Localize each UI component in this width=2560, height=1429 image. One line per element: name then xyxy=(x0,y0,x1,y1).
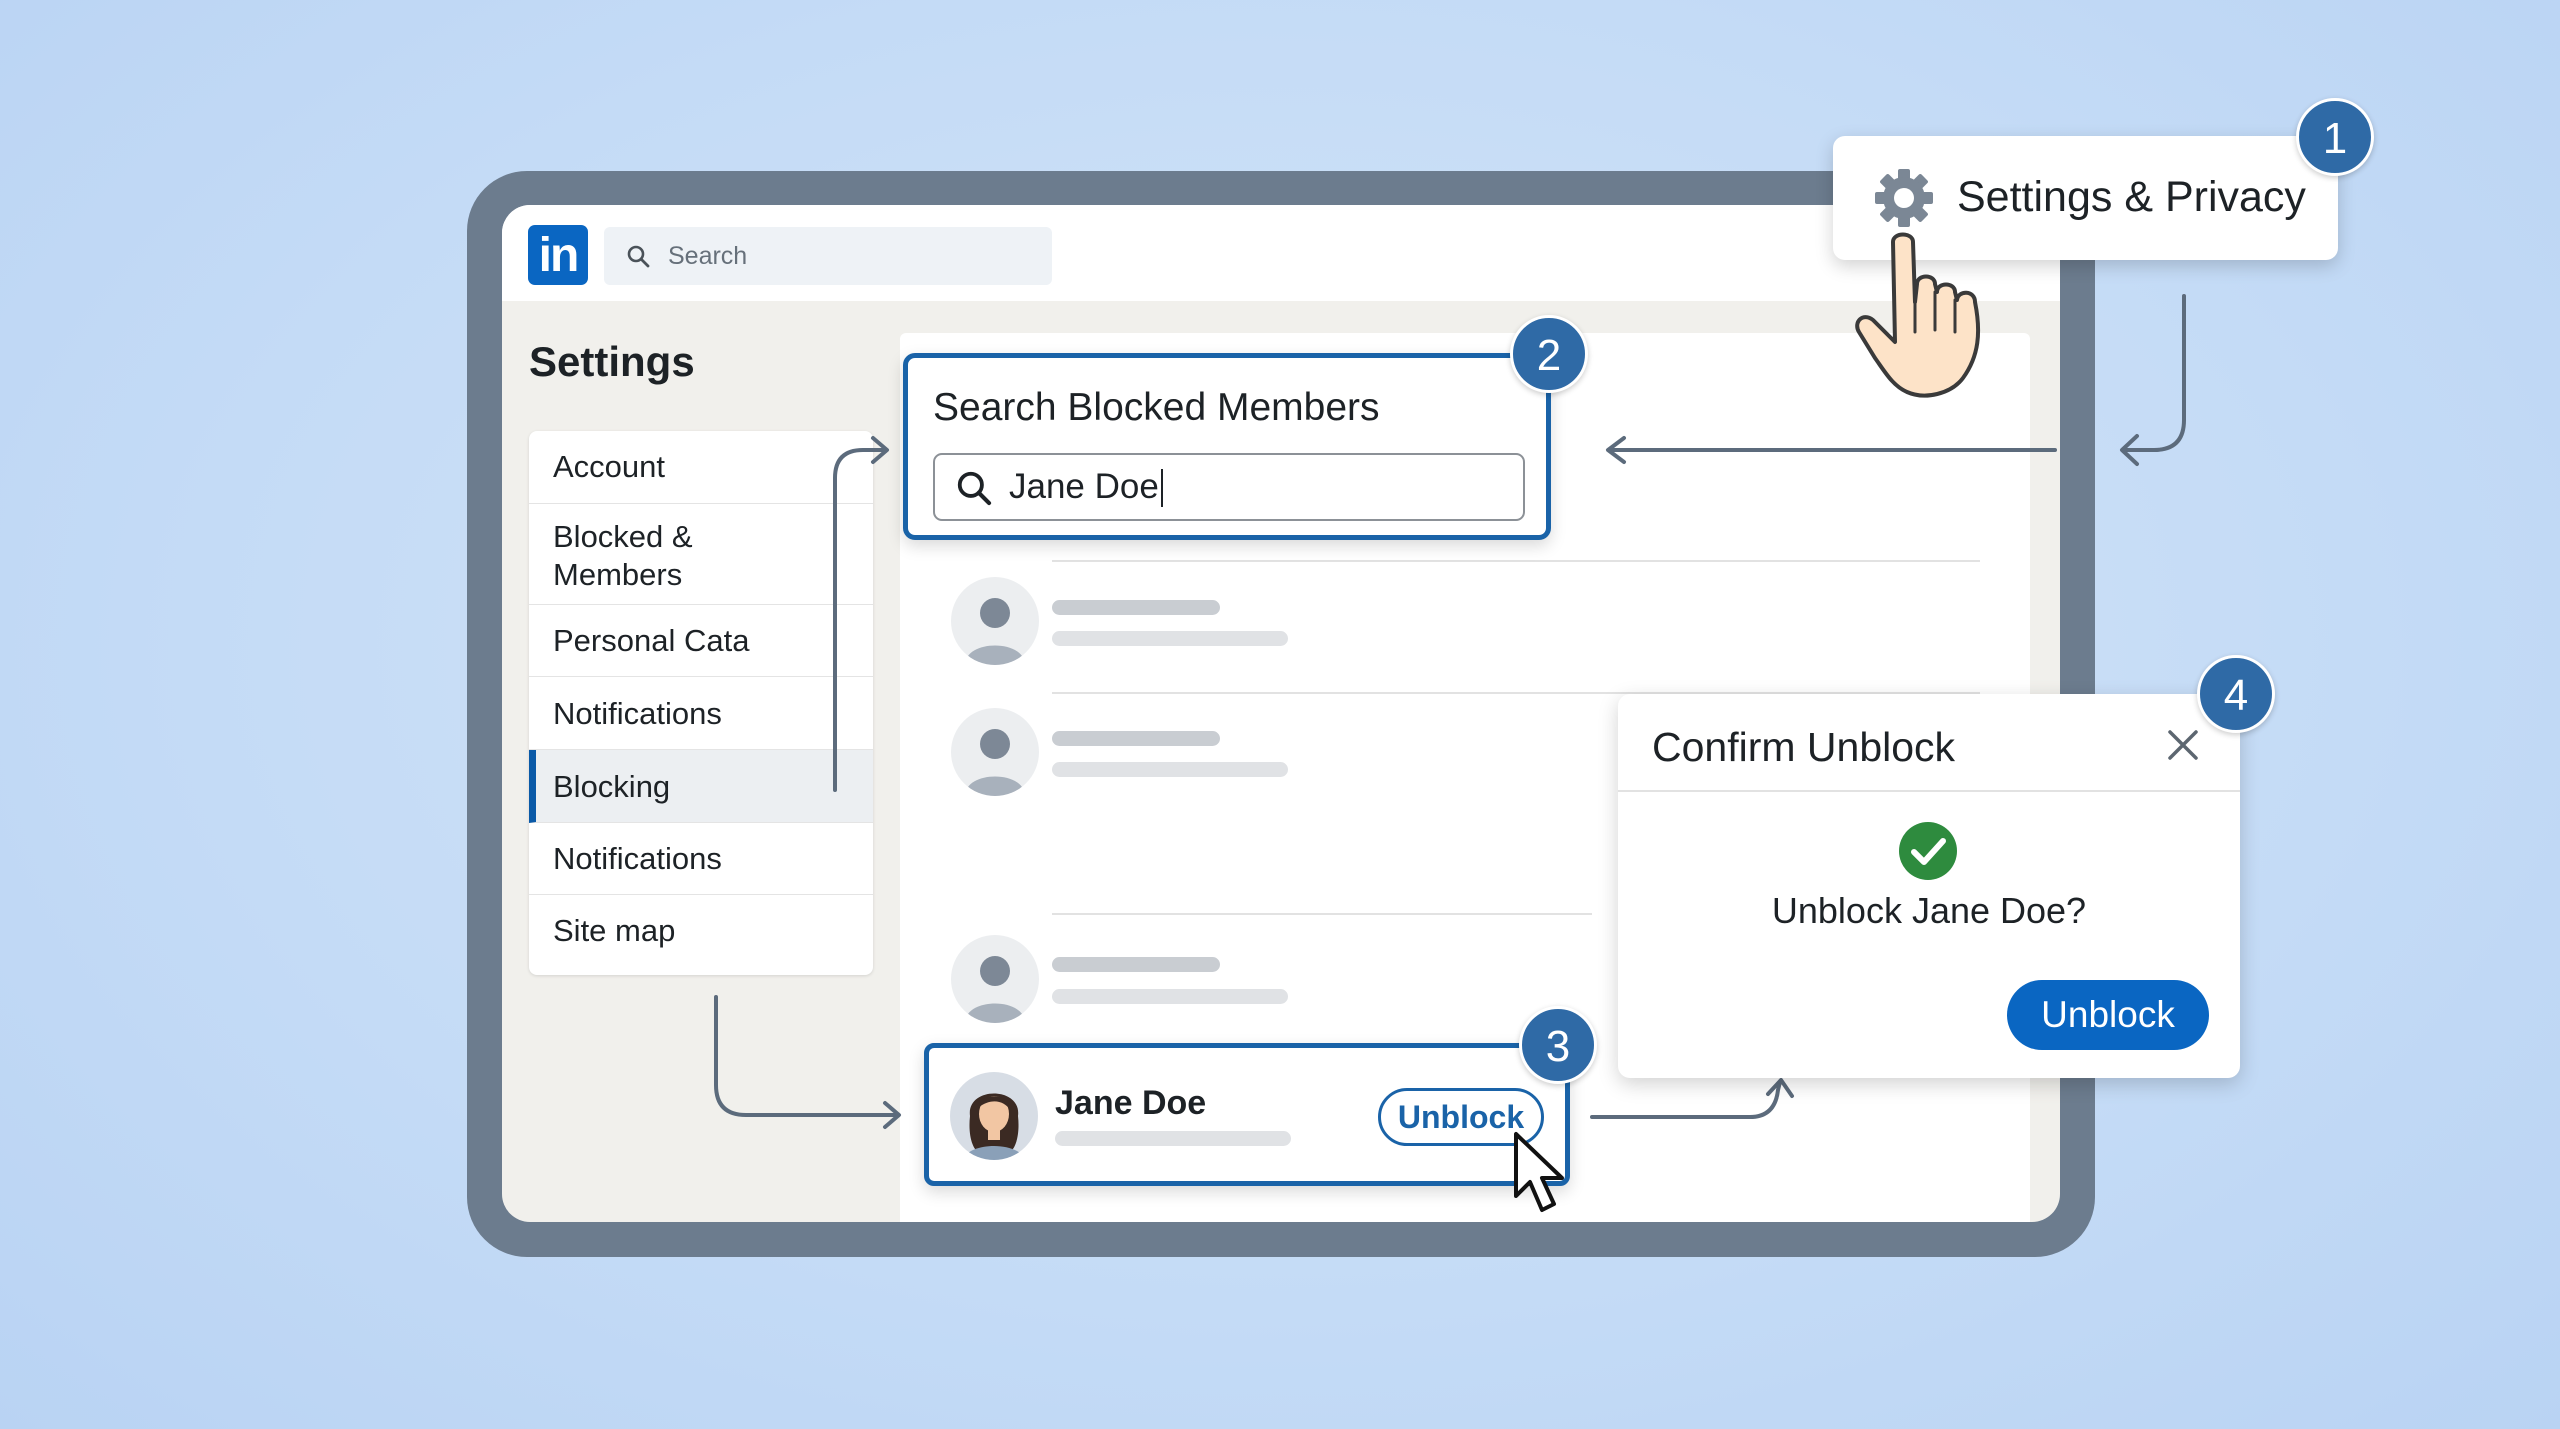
sidebar-item-label: Personal Cata xyxy=(553,623,750,658)
sidebar-item-blocking[interactable]: Blocking xyxy=(529,750,873,823)
settings-nav: Account Blocked & Members Personal Cata N… xyxy=(529,431,873,975)
dialog-message: Unblock Jane Doe? xyxy=(1771,890,2087,931)
search-placeholder: Search xyxy=(668,242,748,270)
text-caret xyxy=(1161,469,1163,507)
skeleton-line xyxy=(1052,762,1288,777)
step-badge-2: 2 xyxy=(1510,315,1588,393)
close-icon[interactable] xyxy=(2166,728,2200,762)
blocked-search-value: Jane Doe xyxy=(1009,467,1159,506)
step-badge-4: 4 xyxy=(2197,655,2275,733)
top-bar: in Search xyxy=(502,205,2060,301)
dialog-title: Confirm Unblock xyxy=(1652,724,1956,770)
settings-privacy-label: Settings & Privacy xyxy=(1957,173,2306,221)
dialog-divider xyxy=(1618,790,2240,792)
linkedin-logo[interactable]: in xyxy=(528,225,588,285)
search-icon xyxy=(957,471,992,506)
cursor-arrow-icon xyxy=(1514,1132,1564,1212)
sidebar-item-account[interactable]: Account xyxy=(529,431,873,504)
skeleton-line xyxy=(1052,957,1220,972)
page-title: Settings xyxy=(529,338,695,385)
arrow-settings-connector xyxy=(2122,294,2186,452)
skeleton-line xyxy=(1052,600,1220,615)
arrow-head xyxy=(2120,434,2139,466)
search-blocked-members-card: Search Blocked Members Jane Doe xyxy=(903,353,1551,540)
sidebar-item-notifications-2[interactable]: Notifications xyxy=(529,823,873,895)
skeleton-line xyxy=(1052,989,1288,1004)
sidebar-item-label: Blocking xyxy=(553,769,671,804)
check-circle-icon xyxy=(1899,822,1957,880)
sidebar-item-label-line2: Members xyxy=(553,557,683,592)
step-badge-1: 1 xyxy=(2296,98,2374,176)
sidebar-item-label: Account xyxy=(553,449,666,484)
skeleton-line xyxy=(1055,1131,1291,1146)
skeleton-line xyxy=(1052,631,1288,646)
gear-icon xyxy=(1875,169,1933,227)
sidebar-item-label: Blocked & xyxy=(553,519,693,554)
hand-pointer-icon xyxy=(1855,232,1981,398)
avatar-placeholder xyxy=(951,708,1039,796)
avatar-placeholder xyxy=(951,935,1039,1023)
skeleton-line xyxy=(1052,731,1220,746)
sidebar-item-label: Notifications xyxy=(553,841,722,876)
sidebar-item-blocked-members[interactable]: Blocked & Members xyxy=(529,504,873,605)
step-badge-3: 3 xyxy=(1519,1006,1597,1084)
sidebar-item-site-map[interactable]: Site map xyxy=(529,895,873,975)
blocked-search-input[interactable]: Jane Doe xyxy=(933,453,1525,521)
divider xyxy=(1052,913,1592,915)
search-icon xyxy=(627,245,650,268)
sidebar-item-label: Site map xyxy=(553,913,676,948)
global-search-input[interactable]: Search xyxy=(604,227,1052,285)
blocked-member-row: Jane Doe Unblock xyxy=(924,1043,1570,1186)
confirm-unblock-dialog: Confirm Unblock Unblock Jane Doe? Unbloc… xyxy=(1618,694,2240,1078)
sidebar-item-personal-data[interactable]: Personal Cata xyxy=(529,605,873,677)
sidebar-item-label: Notifications xyxy=(553,696,722,731)
avatar xyxy=(950,1072,1038,1160)
search-blocked-heading: Search Blocked Members xyxy=(933,386,1380,429)
sidebar-item-notifications[interactable]: Notifications xyxy=(529,677,873,750)
divider xyxy=(1052,560,1980,562)
avatar-placeholder xyxy=(951,577,1039,665)
member-name: Jane Doe xyxy=(1055,1084,1207,1122)
confirm-unblock-button[interactable]: Unblock xyxy=(2007,980,2209,1050)
